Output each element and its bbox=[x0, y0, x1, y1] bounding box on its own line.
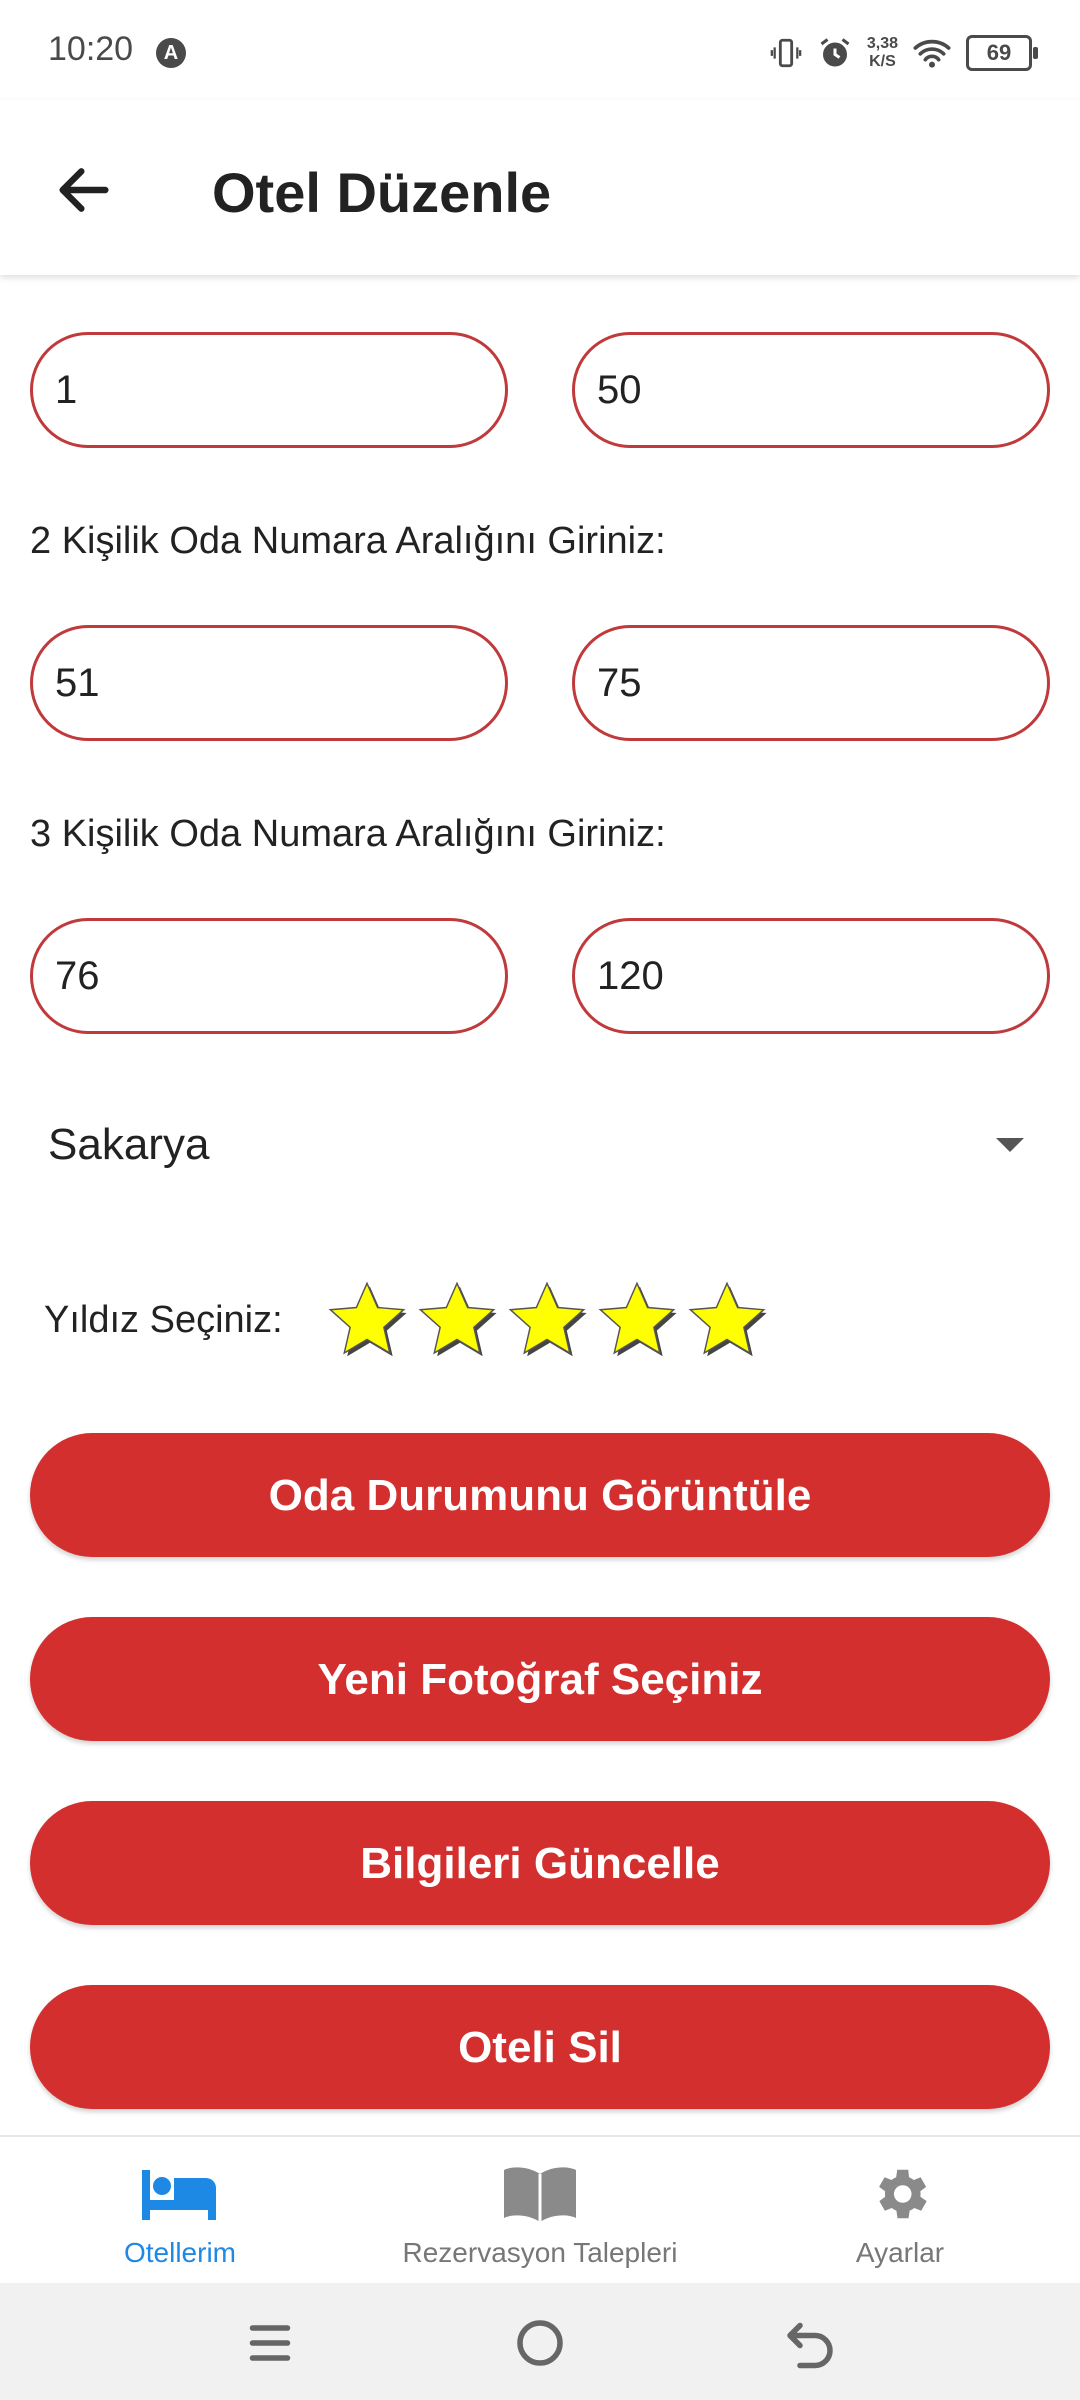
double-room-label: 2 Kişilik Oda Numara Aralığını Giriniz: bbox=[30, 520, 666, 562]
book-icon bbox=[504, 2167, 576, 2222]
net-speed-value: 3,38 bbox=[866, 35, 898, 52]
nav-label-ayarlar: Ayarlar bbox=[855, 2237, 945, 2268]
select-new-photo-button[interactable]: Yeni Fotoğraf Seçiniz bbox=[30, 1617, 1050, 1741]
nav-label-otellerim: Otellerim bbox=[123, 2237, 236, 2268]
single-room-start-field[interactable] bbox=[30, 332, 508, 448]
menu-icon[interactable] bbox=[240, 2313, 300, 2373]
screen: 10:20 A 3,38 K/S 69 Otel Düzenle 2 Kişil… bbox=[0, 0, 1080, 2400]
double-room-range-row bbox=[30, 625, 1050, 741]
double-room-start-field[interactable] bbox=[30, 625, 508, 741]
alarm-icon bbox=[820, 38, 850, 67]
star-rating[interactable] bbox=[323, 1276, 773, 1364]
page-title: Otel Düzenle bbox=[212, 161, 552, 224]
status-time: 10:20 bbox=[48, 30, 134, 68]
triple-room-start-field[interactable] bbox=[30, 918, 508, 1034]
back-arrow-icon[interactable] bbox=[52, 158, 116, 222]
double-room-end-field[interactable] bbox=[572, 625, 1050, 741]
notification-app-icon: A bbox=[156, 38, 186, 68]
star-rating-row: Yıldız Seçiniz: bbox=[44, 1265, 773, 1375]
bottom-navigation: Otellerim Rezervasyon Talepleri Ayarlar bbox=[0, 2135, 1080, 2285]
status-bar: 10:20 A 3,38 K/S 69 bbox=[0, 0, 1080, 100]
star-icon[interactable] bbox=[683, 1276, 771, 1364]
city-dropdown-value: Sakarya bbox=[48, 1120, 210, 1169]
star-icon[interactable] bbox=[413, 1276, 501, 1364]
edit-hotel-form: 2 Kişilik Oda Numara Aralığını Giriniz: … bbox=[0, 275, 1080, 2135]
nav-label-rezervasyon-talepleri: Rezervasyon Talepleri bbox=[402, 2237, 678, 2268]
city-dropdown[interactable]: Sakarya bbox=[30, 1090, 1050, 1200]
update-info-button[interactable]: Bilgileri Güncelle bbox=[30, 1801, 1050, 1925]
back-icon[interactable] bbox=[780, 2313, 840, 2373]
app-bar: Otel Düzenle bbox=[0, 100, 1080, 275]
star-rating-label: Yıldız Seçiniz: bbox=[44, 1298, 283, 1341]
nav-item-otellerim[interactable]: Otellerim bbox=[60, 2137, 300, 2285]
home-icon[interactable] bbox=[510, 2313, 570, 2373]
status-icons: 3,38 K/S 69 bbox=[769, 28, 1038, 78]
nav-item-rezervasyon-talepleri[interactable]: Rezervasyon Talepleri bbox=[370, 2137, 710, 2285]
vibrate-icon bbox=[770, 38, 802, 68]
delete-hotel-button[interactable]: Oteli Sil bbox=[30, 1985, 1050, 2109]
net-speed: 3,38 K/S bbox=[867, 35, 898, 71]
bed-icon bbox=[142, 2170, 216, 2220]
view-room-status-button[interactable]: Oda Durumunu Görüntüle bbox=[30, 1433, 1050, 1557]
dropdown-arrow-icon bbox=[996, 1138, 1024, 1152]
star-icon[interactable] bbox=[503, 1276, 591, 1364]
wifi-icon bbox=[913, 39, 951, 68]
triple-room-range-row bbox=[30, 918, 1050, 1034]
single-room-range-row bbox=[30, 332, 1050, 448]
single-room-end-field[interactable] bbox=[572, 332, 1050, 448]
battery-indicator: 69 bbox=[966, 35, 1038, 71]
net-speed-unit: K/S bbox=[869, 53, 896, 70]
star-icon[interactable] bbox=[593, 1276, 681, 1364]
triple-room-label: 3 Kişilik Oda Numara Aralığını Giriniz: bbox=[30, 813, 666, 855]
system-navigation-bar bbox=[0, 2283, 1080, 2400]
star-icon[interactable] bbox=[323, 1276, 411, 1364]
triple-room-end-field[interactable] bbox=[572, 918, 1050, 1034]
nav-item-ayarlar[interactable]: Ayarlar bbox=[780, 2137, 1020, 2285]
gear-icon bbox=[879, 2169, 927, 2219]
